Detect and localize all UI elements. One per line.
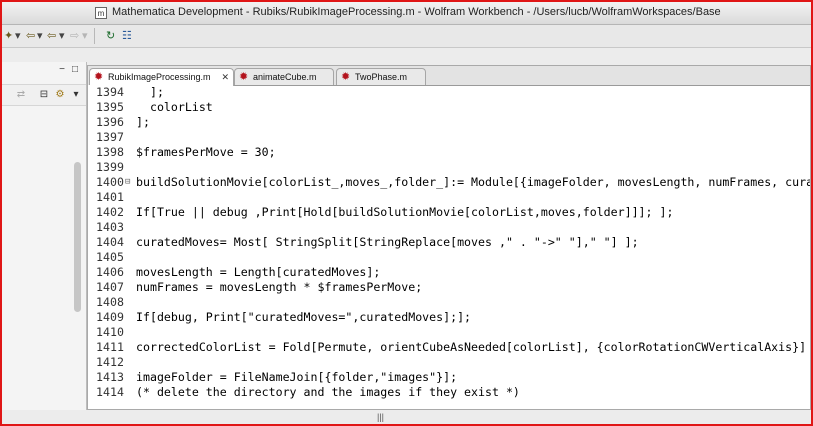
- left-pane-header: − □: [2, 62, 86, 80]
- code-line[interactable]: 1398 $framesPerMove = 30;: [88, 145, 810, 160]
- line-number: 1409: [96, 310, 124, 324]
- back-icon[interactable]: ⇦: [26, 29, 35, 43]
- code-line[interactable]: 1404 curatedMoves= Most[ StringSplit[Stri…: [88, 235, 810, 250]
- view-menu-icon[interactable]: ▾: [71, 90, 81, 100]
- code-line[interactable]: 1411 correctedColorList = Fold[Permute, o…: [88, 340, 810, 355]
- code-line[interactable]: 1410: [88, 325, 810, 340]
- left-pane-tools: ⇄ ⊟ ⚙ ▾: [2, 84, 86, 106]
- line-number: 1403: [96, 220, 124, 234]
- link-icon[interactable]: ⇄: [16, 90, 26, 100]
- code-text: correctedColorList = Fold[Permute, orien…: [136, 340, 807, 354]
- line-number: 1412: [96, 355, 124, 369]
- code-line[interactable]: 1409 If[debug, Print["curatedMoves=",cura…: [88, 310, 810, 325]
- window-title: Mathematica Development - Rubiks/RubikIm…: [112, 6, 721, 18]
- editor: ✹ RubikImageProcessing.m ✕ ✹ animateCube…: [87, 65, 811, 410]
- code-line[interactable]: 1406 movesLength = Length[curatedMoves];: [88, 265, 810, 280]
- toolbar-separator: [94, 28, 95, 44]
- code-area[interactable]: 1394 ]; 1395 colorList 1396]; 1397 1398 $fram…: [88, 85, 810, 409]
- line-number: 1406: [96, 265, 124, 279]
- code-line[interactable]: 1395 colorList: [88, 100, 810, 115]
- maximize-icon[interactable]: □: [70, 65, 80, 75]
- table-icon[interactable]: ☷: [122, 29, 132, 43]
- left-pane: − □ ⇄ ⊟ ⚙ ▾: [2, 62, 87, 410]
- title-bar: m Mathematica Development - Rubiks/Rubik…: [2, 2, 811, 25]
- mathematica-file-icon: ✹: [341, 71, 351, 83]
- line-number: 1413: [96, 370, 124, 384]
- line-number: 1395: [96, 100, 124, 114]
- toolbar: ✦ ▾ ⇦ ▾ ⇦ ▾ ⇨ ▾ ↻ ☷: [2, 25, 811, 48]
- code-line[interactable]: 1402 If[True || debug ,Print[Hold[buildSo…: [88, 205, 810, 220]
- code-text: buildSolutionMovie[colorList_,moves_,fol…: [136, 175, 810, 189]
- line-number: 1401: [96, 190, 124, 204]
- code-text: (* delete the directory and the images i…: [136, 385, 520, 399]
- code-text: ];: [136, 115, 150, 129]
- line-number: 1394: [96, 85, 124, 99]
- mathematica-file-icon: ✹: [239, 71, 249, 83]
- code-line[interactable]: 1412: [88, 355, 810, 370]
- tab-two-phase[interactable]: ✹ TwoPhase.m: [336, 68, 426, 85]
- line-number: 1400: [96, 175, 124, 189]
- editor-tabs: ✹ RubikImageProcessing.m ✕ ✹ animateCube…: [88, 66, 810, 86]
- tab-rubik-image-processing[interactable]: ✹ RubikImageProcessing.m ✕: [89, 68, 234, 86]
- code-line[interactable]: 1397: [88, 130, 810, 145]
- code-line[interactable]: 1399: [88, 160, 810, 175]
- window-frame: m Mathematica Development - Rubiks/Rubik…: [0, 0, 813, 426]
- line-number: 1408: [96, 295, 124, 309]
- collapse-all-icon[interactable]: ⊟: [39, 90, 49, 100]
- code-text: $framesPerMove = 30;: [136, 145, 276, 159]
- fold-toggle-icon[interactable]: ⊟: [125, 175, 130, 190]
- minimize-icon[interactable]: −: [57, 65, 67, 75]
- code-text: ];: [136, 85, 164, 99]
- code-line[interactable]: 1403: [88, 220, 810, 235]
- back-dropdown-icon[interactable]: ▾: [37, 29, 43, 43]
- forward-icon[interactable]: ⇦: [47, 29, 56, 43]
- code-line[interactable]: 1414 (* delete the directory and the imag…: [88, 385, 810, 400]
- code-line[interactable]: 1400 ⊟ buildSolutionMovie[colorList_,moves…: [88, 175, 810, 190]
- line-number: 1404: [96, 235, 124, 249]
- code-text: imageFolder = FileNameJoin[{folder,"imag…: [136, 370, 458, 384]
- line-number: 1407: [96, 280, 124, 294]
- code-line[interactable]: 1394 ];: [88, 85, 810, 100]
- code-text: If[debug, Print["curatedMoves=",curatedM…: [136, 310, 472, 324]
- mathematica-file-icon: ✹: [94, 71, 104, 83]
- line-number: 1399: [96, 160, 124, 174]
- left-pane-scrollbar[interactable]: [74, 162, 81, 312]
- code-line[interactable]: 1401: [88, 190, 810, 205]
- tab-label: TwoPhase.m: [355, 72, 408, 82]
- next-icon[interactable]: ⇨: [70, 29, 79, 43]
- code-line[interactable]: 1408: [88, 295, 810, 310]
- code-text: If[True || debug ,Print[Hold[buildSoluti…: [136, 205, 674, 219]
- resize-grip[interactable]: |||: [377, 412, 384, 422]
- close-tab-icon[interactable]: ✕: [221, 69, 229, 86]
- code-line[interactable]: 1396];: [88, 115, 810, 130]
- code-line[interactable]: 1413 imageFolder = FileNameJoin[{folder,"…: [88, 370, 810, 385]
- code-text: colorList: [136, 100, 213, 114]
- refresh-icon[interactable]: ↻: [106, 29, 115, 43]
- next-dropdown-icon[interactable]: ▾: [82, 29, 88, 43]
- line-number: 1411: [96, 340, 124, 354]
- app-icon: m: [95, 7, 107, 19]
- filter-icon[interactable]: ⚙: [55, 90, 65, 100]
- code-text: curatedMoves= Most[ StringSplit[StringRe…: [136, 235, 639, 249]
- tab-label: animateCube.m: [253, 72, 317, 82]
- line-number: 1402: [96, 205, 124, 219]
- line-number: 1414: [96, 385, 124, 399]
- code-text: numFrames = movesLength * $framesPerMove…: [136, 280, 423, 294]
- line-number: 1398: [96, 145, 124, 159]
- tab-label: RubikImageProcessing.m: [108, 72, 211, 82]
- dropdown-arrow-icon[interactable]: ▾: [15, 29, 21, 43]
- line-number: 1410: [96, 325, 124, 339]
- forward-dropdown-icon[interactable]: ▾: [59, 29, 65, 43]
- line-number: 1405: [96, 250, 124, 264]
- code-text: movesLength = Length[curatedMoves];: [136, 265, 381, 279]
- code-line[interactable]: 1405: [88, 250, 810, 265]
- line-number: 1397: [96, 130, 124, 144]
- line-number: 1396: [96, 115, 124, 129]
- wand-icon[interactable]: ✦: [4, 29, 13, 43]
- tab-animate-cube[interactable]: ✹ animateCube.m: [234, 68, 334, 85]
- code-line[interactable]: 1407 numFrames = movesLength * $framesPer…: [88, 280, 810, 295]
